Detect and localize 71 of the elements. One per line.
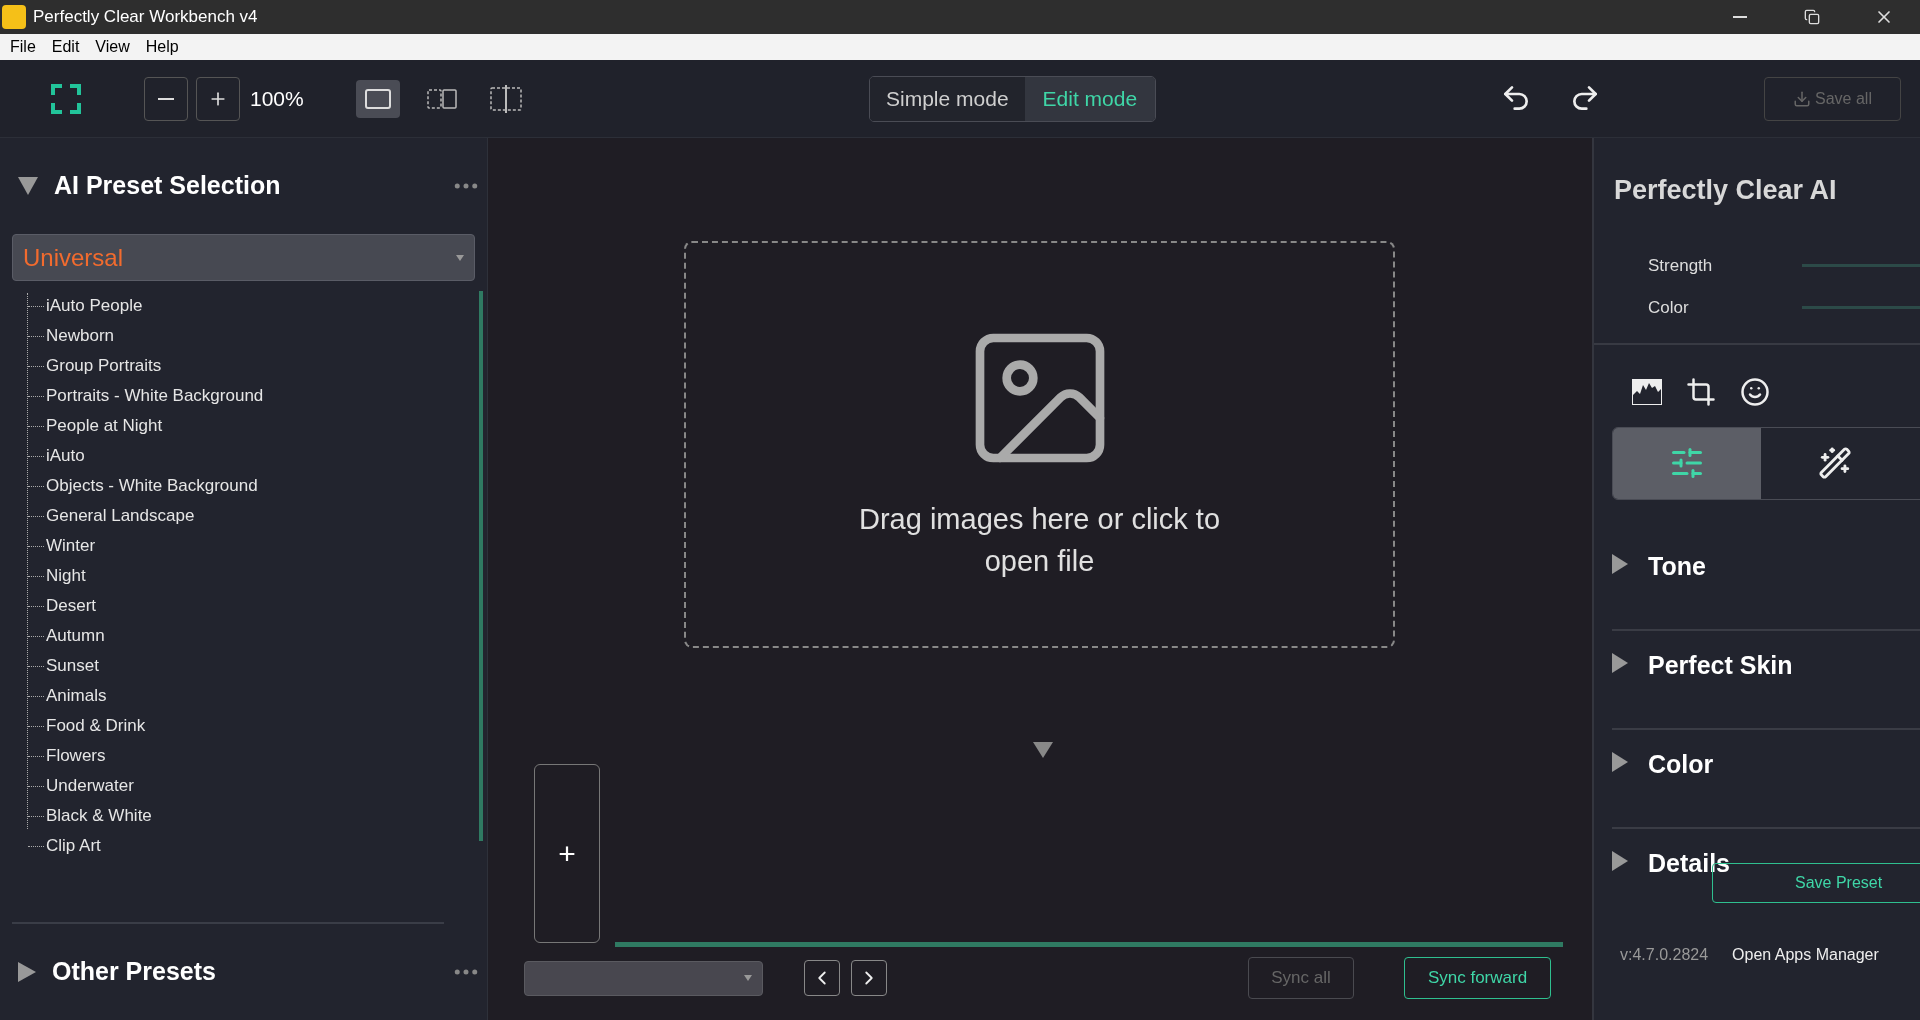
panel-title: Perfectly Clear AI xyxy=(1614,174,1838,207)
zoom-level: 100% xyxy=(250,85,305,112)
preset-item[interactable]: iAuto xyxy=(46,443,85,469)
section-title: Tone xyxy=(1648,550,1706,582)
face-icon[interactable] xyxy=(1740,376,1770,407)
view-mode-button[interactable] xyxy=(356,79,400,118)
preset-item[interactable]: Group Portraits xyxy=(46,353,162,379)
window-title: Perfectly Clear Workbench v4 xyxy=(33,6,258,29)
dropdown-caret-icon xyxy=(456,254,464,261)
expand-triangle-icon[interactable] xyxy=(1612,553,1628,574)
menu-item[interactable]: View xyxy=(87,35,138,59)
preset-item[interactable]: Night xyxy=(46,563,86,589)
preset-item[interactable]: Portraits - White Background xyxy=(46,383,264,409)
preset-item[interactable]: Animals xyxy=(46,683,107,709)
restore-icon xyxy=(1804,9,1820,25)
menu-item[interactable]: Help xyxy=(137,35,187,59)
single-view-icon xyxy=(364,87,392,110)
next-button[interactable] xyxy=(851,960,887,996)
preset-item[interactable]: Clip Art xyxy=(46,833,101,859)
app-logo-icon xyxy=(2,5,26,29)
version-label: v:4.7.0.2824 xyxy=(1620,944,1709,965)
histogram-icon[interactable] xyxy=(1632,378,1662,405)
preset-item[interactable]: Newborn xyxy=(46,323,115,349)
compare-view-icon xyxy=(489,83,523,114)
preset-item[interactable]: Flowers xyxy=(46,743,106,769)
section-title: Other Presets xyxy=(52,956,216,988)
slider-track[interactable] xyxy=(1802,306,1920,309)
dropdown-caret-icon xyxy=(744,975,752,981)
add-image-tile[interactable]: + xyxy=(534,764,600,943)
section-title: AI Preset Selection xyxy=(54,170,281,202)
minus-icon xyxy=(158,97,174,100)
preset-item[interactable]: Objects - White Background xyxy=(46,473,258,499)
magic-wand-icon xyxy=(1818,446,1852,480)
section-title: Perfect Skin xyxy=(1648,649,1793,681)
slider-label: Strength xyxy=(1648,254,1714,277)
preset-item[interactable]: Black & White xyxy=(46,803,152,829)
collapse-triangle-icon[interactable] xyxy=(1033,742,1053,758)
slider-track[interactable] xyxy=(1802,264,1920,267)
filter-dropdown[interactable] xyxy=(524,960,763,996)
sync-forward-button[interactable]: Sync forward xyxy=(1404,957,1551,999)
split-view-icon xyxy=(426,87,458,110)
preset-item[interactable]: General Landscape xyxy=(46,503,195,529)
expand-triangle-icon[interactable] xyxy=(1612,652,1628,673)
collapse-triangle-icon[interactable] xyxy=(18,177,38,195)
drop-zone[interactable]: Drag images here or click to open file xyxy=(684,241,1395,648)
preset-item[interactable]: People at Night xyxy=(46,413,163,439)
mode-tab[interactable]: Edit mode xyxy=(1024,77,1156,121)
crop-icon[interactable] xyxy=(1686,376,1716,407)
sliders-icon xyxy=(1669,445,1705,481)
preset-item[interactable]: Food & Drink xyxy=(46,713,146,739)
expand-triangle-icon[interactable] xyxy=(1612,751,1628,772)
menu-item[interactable]: Edit xyxy=(43,35,88,59)
expand-triangle-icon[interactable] xyxy=(1612,850,1628,871)
previous-button[interactable] xyxy=(804,960,840,996)
download-icon xyxy=(1793,90,1812,108)
zoom-in-button[interactable] xyxy=(196,76,240,121)
preset-item[interactable]: iAuto People xyxy=(46,293,143,319)
minimize-icon xyxy=(1733,16,1747,18)
section-title: Color xyxy=(1648,748,1714,780)
preset-item[interactable]: Underwater xyxy=(46,773,134,799)
preset-item[interactable]: Autumn xyxy=(46,623,105,649)
expand-triangle-icon[interactable] xyxy=(18,962,36,982)
preset-item[interactable]: Sunset xyxy=(46,653,99,679)
preset-item[interactable]: Desert xyxy=(46,593,97,619)
scrollbar[interactable] xyxy=(479,291,483,841)
apps-manager-link[interactable]: Open Apps Manager xyxy=(1732,942,1879,967)
preset-item[interactable]: Winter xyxy=(46,533,96,559)
logo-icon xyxy=(50,82,82,115)
menu-item[interactable]: File xyxy=(2,35,44,59)
drop-text: Drag images here or click to open file xyxy=(858,502,1221,579)
slider-label: Color xyxy=(1648,296,1690,319)
